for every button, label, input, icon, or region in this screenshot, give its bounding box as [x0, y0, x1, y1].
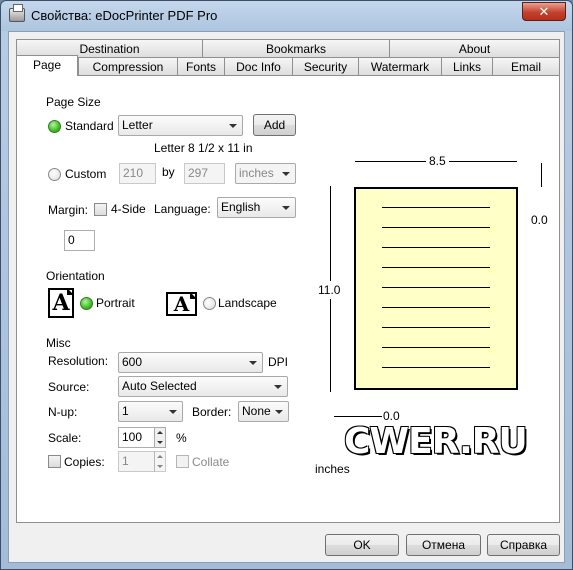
language-label: Language: [154, 202, 211, 216]
page-tab-panel: Page Size Standard Letter Add Letter 8 1… [16, 75, 560, 523]
units-select[interactable]: inches [235, 163, 296, 184]
portrait-label: Portrait [96, 296, 135, 310]
source-value: Auto Selected [122, 379, 197, 393]
custom-label: Custom [65, 167, 107, 181]
paper-size-description: Letter 8 1/2 x 11 in [154, 141, 253, 155]
top-margin-label: 0.0 [531, 213, 548, 227]
text-line [382, 207, 490, 208]
add-button[interactable]: Add [253, 114, 296, 136]
text-line [382, 227, 490, 228]
copies-spinner[interactable] [154, 451, 166, 472]
preview-page [354, 187, 518, 390]
chevron-down-icon [169, 410, 177, 414]
text-line [382, 267, 490, 268]
tab-links[interactable]: Links [441, 57, 493, 76]
text-line [382, 307, 490, 308]
nup-select[interactable]: 1 [118, 401, 183, 422]
margin-label: Margin: [48, 203, 89, 217]
landscape-radio[interactable] [203, 297, 216, 310]
text-line [382, 327, 490, 328]
top-margin-arrow [541, 163, 542, 187]
border-label: Border: [192, 405, 232, 419]
copies-checkbox[interactable] [48, 455, 61, 468]
ok-button[interactable]: OK [325, 534, 399, 556]
landscape-label: Landscape [218, 296, 277, 310]
tab-doc-info[interactable]: Doc Info [224, 57, 293, 76]
standard-radio[interactable] [48, 120, 61, 133]
tab-compression[interactable]: Compression [78, 57, 178, 76]
source-label: Source: [48, 380, 90, 394]
units-value: inches [239, 166, 274, 180]
tab-security[interactable]: Security [292, 57, 359, 76]
scale-field[interactable]: 100 [118, 427, 155, 448]
tab-page[interactable]: Page [16, 55, 78, 76]
chevron-down-icon [249, 361, 257, 365]
four-side-label: 4-Side [111, 202, 146, 216]
left-margin-arrow [334, 416, 382, 417]
border-select[interactable]: None [238, 401, 289, 422]
copies-field[interactable]: 1 [118, 451, 155, 472]
custom-width-field[interactable]: 210 [119, 163, 156, 184]
tab-email[interactable]: Email [492, 57, 560, 76]
tab-bookmarks[interactable]: Bookmarks [202, 39, 390, 58]
height-dimension-label: 11.0 [318, 281, 341, 299]
paper-size-select[interactable]: Letter [118, 115, 243, 136]
portrait-radio[interactable] [80, 297, 93, 310]
page-preview: 8.5 0.0 11.0 0.0 CWER.RU inches [314, 100, 555, 477]
landscape-icon: A [166, 292, 197, 316]
window-title: Свойства: eDocPrinter PDF Pro [31, 8, 218, 23]
cancel-button[interactable]: Отмена [406, 534, 481, 556]
misc-heading: Misc [46, 336, 71, 350]
custom-height-field[interactable]: 297 [184, 163, 225, 184]
units-label: inches [315, 462, 350, 476]
chevron-down-icon [275, 410, 283, 414]
page-size-heading: Page Size [46, 95, 101, 109]
four-side-checkbox[interactable] [94, 203, 107, 216]
tab-watermark[interactable]: Watermark [358, 57, 442, 76]
chevron-down-icon [282, 206, 290, 210]
resolution-select[interactable]: 600 [118, 352, 263, 373]
text-line [382, 367, 490, 368]
text-line [382, 347, 490, 348]
chevron-down-icon [274, 385, 282, 389]
watermark-logo: CWER.RU [344, 421, 528, 462]
language-value: English [221, 200, 261, 214]
dpi-label: DPI [268, 355, 289, 369]
text-line [382, 287, 490, 288]
source-select[interactable]: Auto Selected [118, 376, 288, 397]
help-button[interactable]: Справка [487, 534, 560, 556]
chevron-down-icon [229, 124, 237, 128]
standard-label: Standard [65, 119, 114, 133]
custom-radio[interactable] [48, 168, 61, 181]
by-label: by [162, 165, 175, 179]
chevron-down-icon [282, 172, 290, 176]
language-select[interactable]: English [217, 197, 296, 218]
paper-size-value: Letter [122, 118, 153, 132]
text-line [382, 247, 490, 248]
resolution-label: Resolution: [48, 354, 109, 368]
collate-label: Collate [192, 455, 230, 469]
printer-icon [9, 4, 25, 22]
resolution-value: 600 [122, 355, 143, 369]
width-dimension-label: 8.5 [426, 154, 449, 168]
orientation-heading: Orientation [46, 269, 105, 283]
dialog-window: Свойства: eDocPrinter PDF Pro ✕ Destinat… [0, 0, 573, 570]
percent-label: % [176, 431, 187, 445]
tab-about[interactable]: About [389, 39, 560, 58]
title-bar[interactable]: Свойства: eDocPrinter PDF Pro ✕ [1, 1, 572, 31]
collate-checkbox[interactable] [176, 455, 189, 468]
tab-fonts[interactable]: Fonts [177, 57, 225, 76]
nup-value: 1 [122, 404, 129, 418]
nup-label: N-up: [48, 405, 78, 419]
portrait-icon: A [48, 288, 74, 318]
margin-field[interactable]: 0 [64, 230, 95, 251]
dialog-client-area: Destination Bookmarks About Page Compres… [8, 31, 565, 563]
close-button[interactable]: ✕ [522, 2, 566, 21]
scale-label: Scale: [48, 431, 82, 445]
copies-label: Copies: [64, 455, 105, 469]
scale-spinner[interactable] [154, 427, 166, 448]
border-value: None [242, 404, 271, 418]
